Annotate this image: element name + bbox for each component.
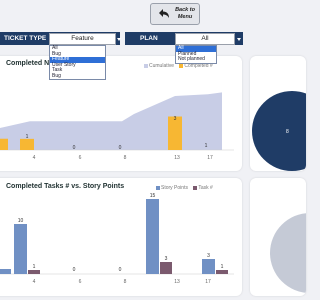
back-to-menu-button[interactable]: Back to Menu [150, 3, 200, 25]
donut-chart: 8 [252, 91, 306, 171]
completed-data-label: 1 [205, 143, 208, 149]
ticket-type-select[interactable]: Feature [49, 33, 116, 45]
chart2-tick-label: 13 [174, 279, 180, 285]
back-to-menu-label: Back to Menu [175, 7, 195, 20]
ticket-type-options-list[interactable]: All Bug Feature User Story Task Bug [49, 45, 106, 80]
chart2-tick-label: 17 [205, 279, 211, 285]
tasks-vs-points-card: Completed Tasks # vs. Story Points Story… [0, 178, 242, 296]
completed-chart-card: Completed N Cumulative Completed # 10031… [0, 56, 242, 171]
story-points-bar [0, 269, 11, 274]
donut-value: 8 [286, 129, 289, 135]
chart1-tick-label: 17 [207, 155, 213, 161]
task-data-label: 3 [165, 256, 168, 262]
chart1-tick-label: 8 [124, 155, 127, 161]
chart2-plot: 101153 310 04 6 8 13 17 [0, 193, 234, 285]
story-points-data-label: 10 [18, 218, 24, 224]
story-points-data-label: 15 [150, 193, 156, 199]
donut-chart-2 [270, 213, 306, 293]
donut-card: 8 [250, 56, 306, 171]
ticket-type-dropdown-caret-icon[interactable] [117, 38, 121, 41]
chart2-tick-label: 8 [124, 279, 127, 285]
donut-ring [252, 91, 306, 171]
completed-bar [0, 138, 8, 150]
plan-option-not-planned[interactable]: Not planned [176, 56, 216, 63]
completed-data-label: 1 [26, 134, 29, 140]
ticket-type-option-bug-2[interactable]: Bug [50, 73, 105, 80]
chart2-tick-label: 4 [33, 279, 36, 285]
chart1-tick-label: 4 [33, 155, 36, 161]
completed-data-label: 0 [73, 145, 76, 151]
task-data-label: 1 [33, 264, 36, 270]
story-points-bar [146, 199, 159, 274]
task-bar [28, 270, 40, 274]
ticket-type-label: TICKET TYPE [4, 35, 47, 42]
task-bar [160, 262, 172, 274]
chart1-tick-label: 6 [79, 155, 82, 161]
story-points-data-label: 3 [207, 253, 210, 259]
chart1-tick-label: 13 [174, 155, 180, 161]
undo-arrow-icon [159, 9, 169, 18]
donut-card-2 [250, 178, 306, 296]
plan-select[interactable]: All [175, 33, 235, 45]
plan-dropdown-caret-icon[interactable] [237, 38, 241, 41]
completed-data-label: 0 [119, 145, 122, 151]
chart1-plot: 1 0 0 3 1 4 6 8 13 17 [0, 92, 234, 161]
story-points-bar [202, 259, 215, 274]
story-points-bar [14, 224, 27, 274]
task-data-label: 1 [221, 264, 224, 270]
story-points-data-label: 0 [119, 267, 122, 273]
chart2-tick-label: 6 [79, 279, 82, 285]
completed-bar [20, 138, 34, 150]
plan-label: PLAN [140, 35, 158, 42]
donut-ring-2 [270, 213, 306, 293]
story-points-data-label: 0 [73, 267, 76, 273]
task-bar [216, 270, 228, 274]
completed-data-label: 3 [174, 116, 177, 122]
plan-options-list[interactable]: All Planned Not planned [175, 45, 217, 64]
